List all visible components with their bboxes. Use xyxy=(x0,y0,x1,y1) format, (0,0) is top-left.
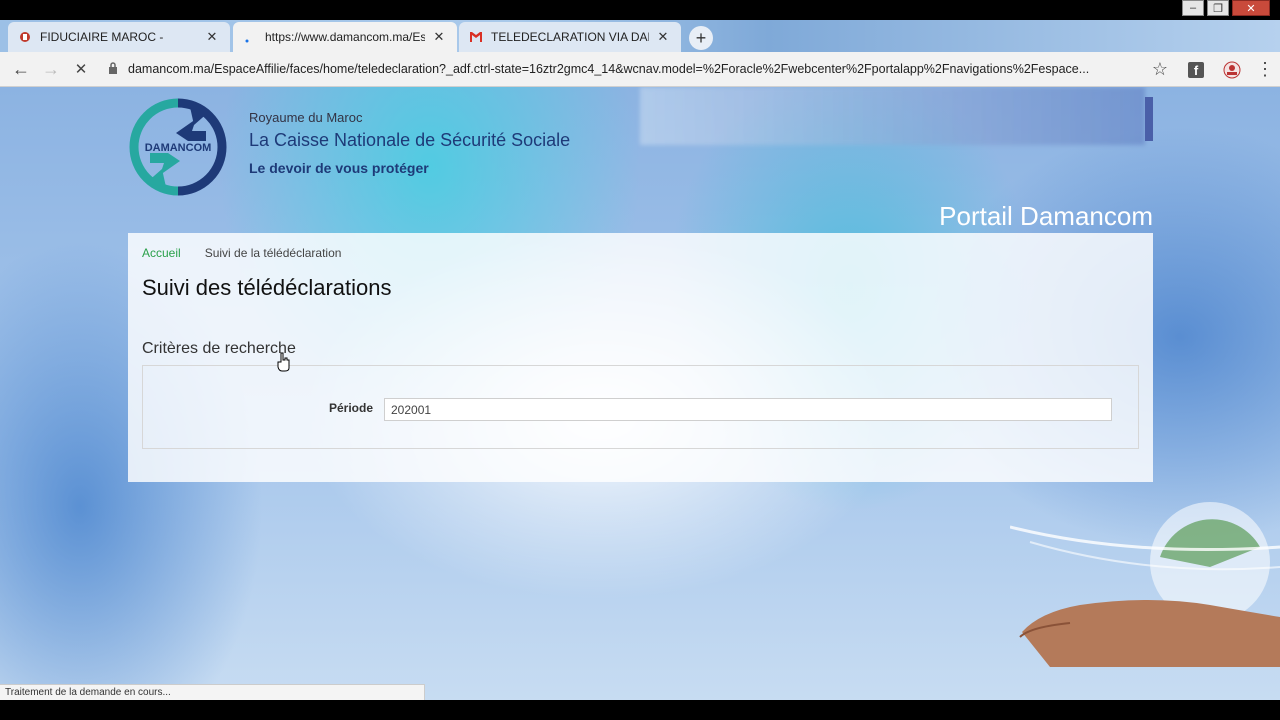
mouse-cursor-hand-icon xyxy=(277,352,290,372)
tab-title: FIDUCIAIRE MAROC - xyxy=(40,30,164,44)
tab-damancom[interactable]: https://www.damancom.ma/Espa ✕ xyxy=(233,22,457,52)
period-label: Période xyxy=(329,401,374,415)
close-window-button[interactable]: ✕ xyxy=(1232,0,1270,16)
breadcrumb-home-link[interactable]: Accueil xyxy=(142,246,181,260)
org-motto: Le devoir de vous protéger xyxy=(249,160,429,176)
browser-menu-icon[interactable]: ⋮ xyxy=(1250,55,1280,85)
portal-title: Portail Damancom xyxy=(939,201,1153,231)
loading-icon xyxy=(243,30,257,44)
page-content: DAMANCOM Royaume du Maroc La Caisse Nati… xyxy=(0,87,1280,700)
bottom-black-bar xyxy=(0,700,1280,720)
lock-icon xyxy=(108,61,118,77)
damancom-logo: DAMANCOM xyxy=(129,98,227,196)
stop-loading-icon[interactable]: ✕ xyxy=(66,54,96,84)
blurred-banner xyxy=(640,87,1145,145)
close-tab-icon[interactable]: ✕ xyxy=(655,29,671,45)
tab-title: TELEDECLARATION VIA DAMANC xyxy=(491,30,649,44)
close-tab-icon[interactable]: ✕ xyxy=(204,29,220,45)
banner-edge xyxy=(1145,97,1153,141)
gmail-icon xyxy=(469,30,483,44)
address-bar[interactable]: damancom.ma/EspaceAffilie/faces/home/tel… xyxy=(108,61,1118,77)
close-tab-icon[interactable]: ✕ xyxy=(431,29,447,45)
org-country: Royaume du Maroc xyxy=(249,110,363,125)
breadcrumb-current: Suivi de la télédéclaration xyxy=(204,246,342,260)
search-criteria-title: Critères de recherche xyxy=(142,340,296,357)
url-text: damancom.ma/EspaceAffilie/faces/home/tel… xyxy=(128,62,1090,76)
tab-strip: FIDUCIAIRE MAROC - ✕ https://www.damanco… xyxy=(0,20,1280,52)
maximize-button[interactable]: ❐ xyxy=(1207,0,1229,16)
hand-globe-illustration xyxy=(1010,502,1280,667)
facebook-extension-icon[interactable]: f xyxy=(1178,55,1214,85)
new-tab-button[interactable]: + xyxy=(689,26,713,50)
back-icon[interactable]: ← xyxy=(6,54,36,84)
minimize-button[interactable]: – xyxy=(1182,0,1204,16)
window-controls: – ❐ ✕ xyxy=(1179,0,1270,18)
org-name: La Caisse Nationale de Sécurité Sociale xyxy=(249,130,571,150)
toolbar-right: ☆ f ⋮ xyxy=(1142,52,1280,87)
profile-avatar-icon[interactable] xyxy=(1214,55,1250,85)
search-criteria-box: Période xyxy=(142,365,1139,449)
tab-fiduciaire[interactable]: FIDUCIAIRE MAROC - ✕ xyxy=(8,22,230,52)
address-bar-row: ← → ✕ damancom.ma/EspaceAffilie/faces/ho… xyxy=(0,52,1280,87)
document-icon xyxy=(18,30,32,44)
forward-icon[interactable]: → xyxy=(36,54,66,84)
breadcrumb: Accueil Suivi de la télédéclaration xyxy=(142,246,341,260)
tab-gmail[interactable]: TELEDECLARATION VIA DAMANC ✕ xyxy=(459,22,681,52)
logo-text: DAMANCOM xyxy=(145,142,212,154)
bookmark-star-icon[interactable]: ☆ xyxy=(1142,55,1178,85)
page-title: Suivi des télédéclarations xyxy=(142,275,392,300)
top-black-bar: – ❐ ✕ xyxy=(0,0,1280,20)
status-bar: Traitement de la demande en cours... xyxy=(0,684,425,700)
period-input[interactable] xyxy=(384,398,1112,421)
tab-title: https://www.damancom.ma/Espa xyxy=(265,30,425,44)
